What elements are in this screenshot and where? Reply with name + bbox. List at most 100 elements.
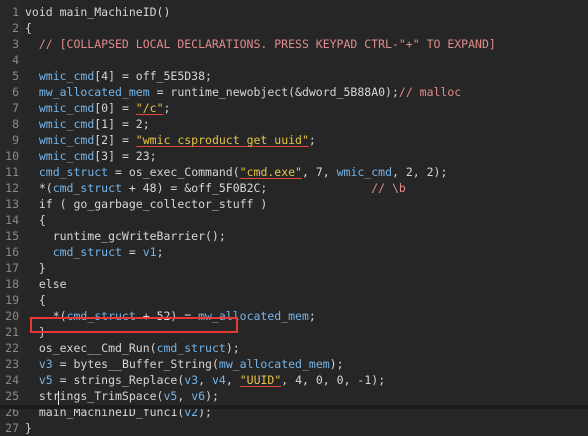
code-token: ;	[163, 101, 171, 115]
code-text: cmd_struct = v1;	[25, 244, 164, 260]
variable-token: v1	[142, 245, 157, 259]
code-token: else	[25, 277, 67, 291]
variable-token: wmic_cmd	[336, 165, 392, 179]
code-text: wmic_cmd[0] = "/c";	[25, 100, 171, 116]
line-number: 18	[5, 277, 19, 291]
line-number: 27	[5, 421, 19, 435]
code-text: wmic_cmd[2] = "wmic csproduct get uuid";	[25, 132, 316, 148]
code-text: }	[25, 420, 32, 436]
code-text: {	[25, 292, 46, 308]
code-token: {	[25, 21, 32, 35]
code-text: strings_TrimSpace(v5, v6);	[25, 388, 219, 404]
comment-token: // \b	[267, 181, 406, 195]
line-number: 2	[12, 21, 19, 35]
code-token: *(	[25, 181, 53, 195]
code-token: , 2, 2);	[392, 165, 448, 179]
line-number: 20	[5, 309, 19, 323]
comment-token: // malloc	[398, 85, 462, 99]
line-number: 23	[5, 357, 19, 371]
code-token: , 4, 0, 0, -1);	[281, 373, 386, 387]
code-text: wmic_cmd[4] = off_5E5D38;	[25, 68, 212, 84]
text-caret	[58, 391, 59, 406]
line-number: 6	[12, 85, 19, 99]
code-token: = strings_Replace(	[52, 373, 185, 387]
variable-token: cmd_struct	[52, 181, 122, 195]
line-number: 24	[5, 373, 19, 387]
code-token: =	[121, 245, 143, 259]
line-number: 3	[12, 37, 19, 51]
string-literal: "/c"	[135, 101, 164, 115]
line-number: 9	[12, 133, 19, 147]
line-number: 15	[5, 229, 19, 243]
variable-token: cmd_struct	[52, 245, 122, 259]
code-text: {	[25, 212, 46, 228]
highlight-box	[30, 317, 238, 333]
code-text: if ( go_garbage_collector_stuff )	[25, 196, 267, 212]
code-editor[interactable]: 1 void main_MachineID() 2 {3 // [COLLAPSED …	[0, 0, 588, 435]
code-token: strings_TrimSpace(	[25, 389, 164, 403]
line-number: 19	[5, 293, 19, 307]
line-number: 7	[12, 101, 19, 115]
code-token: [0] =	[94, 101, 136, 115]
code-text: }	[25, 260, 46, 276]
code-token: [2] =	[94, 133, 136, 147]
code-text: os_exec__Cmd_Run(cmd_struct);	[25, 340, 240, 356]
code-text: runtime_gcWriteBarrier();	[25, 228, 226, 244]
code-text: mw_allocated_mem = runtime_newobject(&dw…	[25, 84, 461, 100]
variable-token: wmic_cmd	[38, 117, 95, 131]
code-text: cmd_struct = os_exec_Command("cmd.exe", …	[25, 164, 448, 180]
variable-token: v5	[38, 373, 53, 387]
variable-token: mw_allocated_mem	[218, 357, 330, 371]
variable-token: v3	[184, 373, 199, 387]
code-text: void main_MachineID()	[25, 4, 170, 20]
variable-token: cmd_struct	[156, 341, 226, 355]
code-token: );	[225, 341, 240, 355]
line-number: 14	[5, 213, 19, 227]
code-token: = os_exec_Command(	[108, 165, 240, 179]
line-number: 17	[5, 261, 19, 275]
variable-token: v3	[38, 357, 53, 371]
line-number: 25	[5, 389, 19, 403]
horizontal-scrollbar[interactable]	[0, 405, 588, 409]
code-token: }	[25, 261, 46, 275]
line-number: 13	[5, 197, 19, 211]
code-text: else	[25, 276, 67, 292]
code-token: ;	[156, 245, 164, 259]
code-token: if ( go_garbage_collector_stuff )	[25, 197, 268, 211]
code-token: }	[25, 421, 32, 435]
line-number: 12	[5, 181, 19, 195]
code-text: v3 = bytes__Buffer_String(mw_allocated_m…	[25, 356, 344, 372]
code-token: [3] = 23;	[94, 149, 157, 163]
code-text: wmic_cmd[3] = 23;	[25, 148, 157, 164]
code-text: *(cmd_struct + 48) = &off_5F0B2C; // \b	[25, 180, 406, 196]
code-token: = bytes__Buffer_String(	[52, 357, 219, 371]
code-token: ,	[177, 389, 192, 403]
code-token: [1] = 2;	[94, 117, 150, 131]
code-token: + 48) = &off_5F0B2C;	[121, 181, 268, 195]
code-token: ,	[225, 373, 240, 387]
variable-token: wmic_cmd	[38, 133, 95, 147]
code-text: v5 = strings_Replace(v3, v4, "UUID", 4, …	[25, 372, 385, 388]
code-token: , 7,	[301, 165, 337, 179]
code-token: ;	[308, 133, 316, 147]
code-token: runtime_gcWriteBarrier();	[25, 229, 226, 243]
line-number: 5	[12, 69, 19, 83]
comment-token: // [COLLAPSED LOCAL DECLARATIONS. PRESS …	[25, 37, 496, 51]
code-text: {	[25, 20, 32, 36]
string-literal: "wmic csproduct get uuid"	[135, 133, 309, 147]
line-number: 4	[12, 53, 19, 67]
variable-token: wmic_cmd	[38, 69, 95, 83]
code-token: void main_MachineID()	[25, 5, 171, 19]
code-token: ;	[308, 309, 316, 323]
code-token: os_exec__Cmd_Run(	[25, 341, 157, 355]
